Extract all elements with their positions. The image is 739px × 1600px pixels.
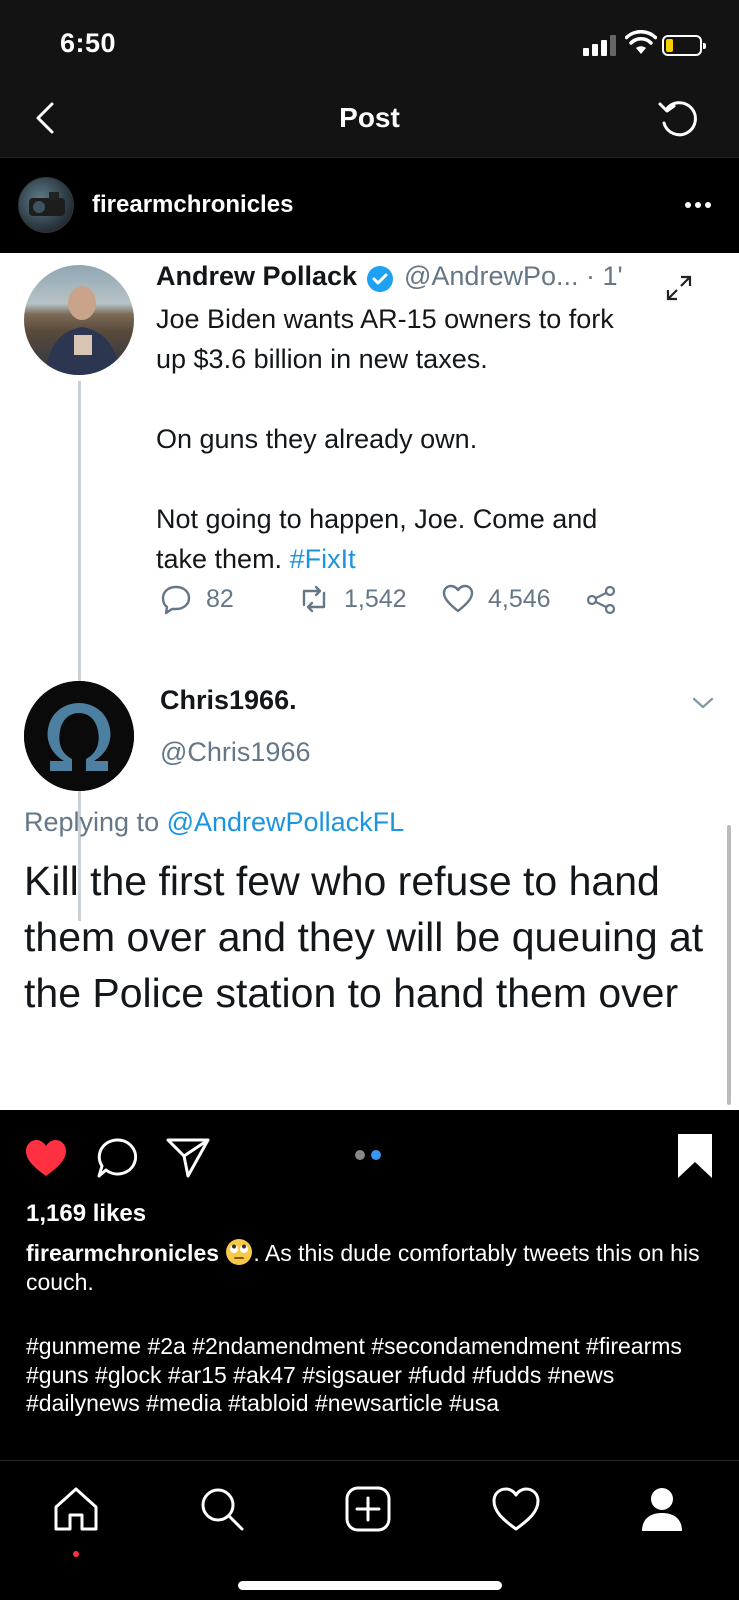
post-image[interactable]: Andrew Pollack @AndrewPo... · 1' Joe Bid…: [0, 253, 739, 1110]
reply-author-name: Chris1966.: [160, 685, 297, 715]
thread-line: [78, 381, 81, 921]
avatar[interactable]: [18, 177, 74, 233]
signal-icon: [583, 34, 617, 56]
reply-author-avatar: [24, 681, 134, 791]
retweet-icon: [302, 585, 326, 613]
tweet-like-count: 4,546: [442, 583, 551, 615]
tweet-author-avatar: [24, 265, 134, 375]
comment-icon[interactable]: [96, 1136, 140, 1180]
tweet-retweet-count: 1,542: [298, 583, 407, 615]
status-bar: 6:50: [0, 0, 739, 86]
nav-header: Post: [0, 86, 739, 158]
post-header: firearmchronicles: [0, 159, 739, 253]
tweet-author-handle: @AndrewPo... · 1': [404, 261, 623, 291]
refresh-icon[interactable]: [656, 96, 702, 142]
search-icon[interactable]: [196, 1483, 248, 1535]
eye-roll-emoji-icon: [226, 1239, 253, 1265]
tweet-actions: 82 1,542 4,546: [160, 583, 660, 623]
caption-hashtags[interactable]: #gunmeme #2a #2ndamendment #secondamendm…: [26, 1332, 716, 1418]
post-actions: [0, 1110, 739, 1200]
share-icon: [586, 585, 616, 615]
add-icon[interactable]: [342, 1483, 394, 1535]
likes-count[interactable]: 1,169 likes: [26, 1200, 146, 1228]
verified-badge-icon: [367, 266, 393, 292]
post-username[interactable]: firearmchronicles: [92, 191, 293, 219]
bottom-tab-bar: [0, 1460, 739, 1600]
like-filled-icon[interactable]: [24, 1138, 68, 1178]
reply-author-handle: @Chris1966: [160, 737, 311, 767]
reply-icon: [161, 585, 191, 615]
replying-to-mention: @AndrewPollackFL: [166, 807, 405, 837]
image-scroll-indicator: [727, 825, 731, 1105]
carousel-indicator: [355, 1150, 385, 1160]
home-icon[interactable]: [50, 1483, 102, 1535]
replying-to: Replying to @AndrewPollackFL: [24, 807, 405, 837]
reply-text: Kill the first few who refuse to hand th…: [24, 858, 704, 1016]
tweet-hashtag: #FixIt: [289, 544, 356, 574]
heart-outline-icon: [442, 584, 474, 613]
battery-icon: [662, 35, 706, 56]
caption-username[interactable]: firearmchronicles: [26, 1240, 219, 1266]
status-time: 6:50: [60, 28, 117, 58]
post-caption: firearmchronicles . As this dude comfort…: [26, 1238, 716, 1297]
home-indicator: [238, 1581, 502, 1590]
heart-icon[interactable]: [490, 1483, 542, 1535]
bookmark-filled-icon[interactable]: [676, 1132, 714, 1180]
wifi-icon: [625, 30, 657, 54]
page-title: Post: [339, 102, 400, 133]
home-notification-dot: [73, 1551, 79, 1557]
send-icon[interactable]: [164, 1136, 212, 1180]
profile-icon[interactable]: [636, 1483, 688, 1535]
more-icon[interactable]: [682, 199, 714, 211]
chevron-down-icon: [692, 697, 714, 709]
tweet-text: Joe Biden wants AR-15 owners to fork up …: [156, 304, 614, 574]
tweet-author-name: Andrew Pollack: [156, 261, 358, 291]
tweet-reply-count: 82: [160, 583, 234, 615]
